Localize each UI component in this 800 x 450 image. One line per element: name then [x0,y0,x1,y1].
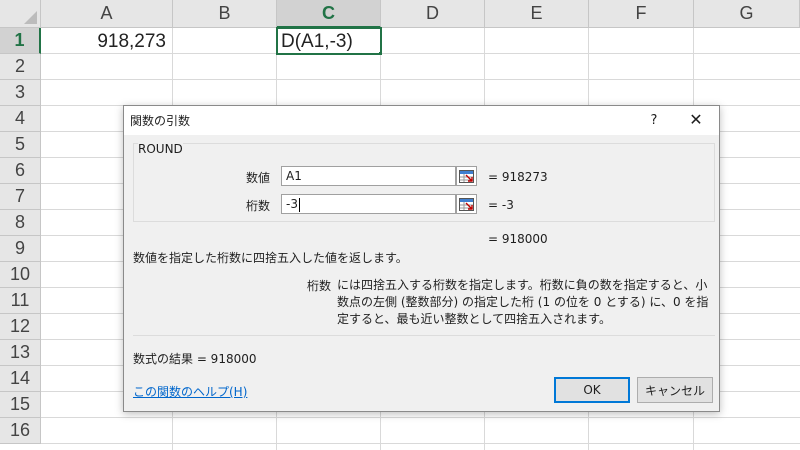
row-header-8[interactable]: 8 [0,210,41,236]
formula-result: 数式の結果 = 918000 [133,352,257,366]
function-name-label: ROUND [138,142,183,156]
row-header-7[interactable]: 7 [0,184,41,210]
row-header-3[interactable]: 3 [0,80,41,106]
select-all-triangle-icon [24,11,37,24]
collapse-dialog-icon[interactable] [456,166,477,186]
arg-input-number[interactable]: A1 [281,166,456,186]
function-arguments-dialog: 関数の引数 ? ✕ ROUND 数値 A1 = 918273 桁数 -3 = -… [123,105,720,412]
row-header-4[interactable]: 4 [0,106,41,132]
cancel-button[interactable]: キャンセル [637,377,713,403]
row-header-14[interactable]: 14 [0,366,41,392]
param-description: には四捨五入する桁数を指定します。桁数に負の数を指定すると、小数点の左側 (整数… [337,278,709,326]
gridline [41,443,800,444]
arg-result-digits: = -3 [488,198,514,212]
row-header-15[interactable]: 15 [0,392,41,418]
fill-handle[interactable] [378,51,380,53]
param-name: 桁数 [307,279,332,293]
row-header-2[interactable]: 2 [0,54,41,80]
function-description: 数値を指定した桁数に四捨五入した値を返します。 [133,251,408,265]
arg-input-digits[interactable]: -3 [281,194,456,214]
column-header-a[interactable]: A [41,0,173,28]
arg-input-digits-text: -3 [286,197,298,211]
cell-c1-formula-text: D(A1,-3) [281,31,353,52]
row-header-11[interactable]: 11 [0,288,41,314]
row-header-12[interactable]: 12 [0,314,41,340]
row-header-5[interactable]: 5 [0,132,41,158]
cell-a1[interactable]: 918,273 [42,28,172,54]
function-result: = 918000 [488,232,548,246]
column-header-f[interactable]: F [589,0,694,28]
column-header-d[interactable]: D [381,0,485,28]
gridline [41,417,800,418]
column-header-b[interactable]: B [173,0,277,28]
close-icon[interactable]: ✕ [676,108,716,132]
dialog-title: 関数の引数 [130,114,191,128]
gridline [41,79,800,80]
row-header-9[interactable]: 9 [0,236,41,262]
arg-label-digits: 桁数 [245,199,270,213]
row-header-1[interactable]: 1 [0,28,41,54]
select-all-corner[interactable] [0,0,41,28]
arg-label-number: 数値 [245,171,270,185]
row-header-16[interactable]: 16 [0,418,41,444]
function-help-link[interactable]: この関数のヘルプ(H) [133,383,247,400]
column-header-g[interactable]: G [694,0,800,28]
ok-button[interactable]: OK [554,377,630,403]
row-header-13[interactable]: 13 [0,340,41,366]
collapse-dialog-icon[interactable] [456,194,477,214]
divider [133,335,715,336]
cell-c1-active[interactable]: D(A1,-3) [276,27,382,55]
text-caret [298,197,300,212]
row-header-6[interactable]: 6 [0,158,41,184]
column-header-c[interactable]: C [277,0,381,28]
arg-result-number: = 918273 [488,170,548,184]
help-icon[interactable]: ? [640,110,668,132]
column-header-e[interactable]: E [485,0,589,28]
row-header-10[interactable]: 10 [0,262,41,288]
dialog-titlebar[interactable]: 関数の引数 ? ✕ [124,106,719,135]
